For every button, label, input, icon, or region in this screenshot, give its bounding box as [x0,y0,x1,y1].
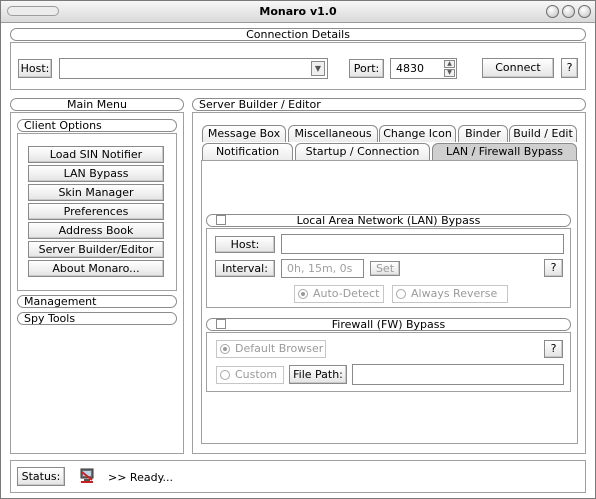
interval-field[interactable]: 0h, 15m, 0s [281,259,364,278]
always-reverse-radio[interactable]: Always Reverse [392,285,508,303]
tab-lan-firewall-bypass[interactable]: LAN / Firewall Bypass [432,143,577,160]
maximize-icon[interactable] [562,5,575,18]
interval-button[interactable]: Interval: [215,260,275,277]
skin-manager-button[interactable]: Skin Manager [28,184,164,201]
server-builder-header: Server Builder / Editor [192,98,586,111]
firewall-bypass-title: Firewall (FW) Bypass [331,318,446,331]
tab-notification[interactable]: Notification [202,143,293,160]
close-icon[interactable] [578,5,591,18]
firewall-bypass-header: Firewall (FW) Bypass [206,318,571,331]
default-browser-radio[interactable]: Default Browser [216,340,326,358]
tab-build-edit[interactable]: Build / Edit [509,125,577,142]
tab-binder[interactable]: Binder [458,125,508,142]
lan-bypass-checkbox[interactable] [216,215,226,225]
connection-details-header: Connection Details [10,28,586,41]
tab-startup-connection[interactable]: Startup / Connection [295,143,430,160]
port-value: 4830 [396,62,424,75]
status-bar [10,460,586,493]
port-button[interactable]: Port: [349,59,384,78]
default-browser-radio-dot [220,344,230,354]
file-path-button[interactable]: File Path: [289,365,347,384]
lan-help-button[interactable]: ? [544,259,563,277]
port-increment-icon[interactable]: ▲ [444,60,455,68]
window-title: Monaro v1.0 [259,5,337,18]
preferences-button[interactable]: Preferences [28,203,164,220]
firewall-help-button[interactable]: ? [544,340,563,358]
auto-detect-label: Auto-Detect [313,287,380,300]
client-options-header[interactable]: Client Options [17,119,177,132]
set-interval-button[interactable]: Set [370,261,400,276]
custom-radio-dot [220,370,230,380]
custom-radio[interactable]: Custom [216,366,284,384]
lan-bypass-button[interactable]: LAN Bypass [28,165,164,182]
interval-value: 0h, 15m, 0s [287,262,353,275]
chevron-down-icon[interactable]: ▼ [311,61,325,76]
always-reverse-radio-dot [396,289,406,299]
firewall-bypass-checkbox[interactable] [216,319,226,329]
server-builder-editor-button[interactable]: Server Builder/Editor [28,241,164,258]
auto-detect-radio[interactable]: Auto-Detect [294,285,384,303]
status-text: >> Ready... [108,471,174,484]
minimize-icon[interactable] [546,5,559,18]
host-button[interactable]: Host: [18,59,52,78]
address-book-button[interactable]: Address Book [28,222,164,239]
connection-help-button[interactable]: ? [561,58,578,78]
custom-label: Custom [235,368,278,381]
default-browser-label: Default Browser [235,342,324,355]
port-decrement-icon[interactable]: ▼ [444,69,455,77]
lan-host-button[interactable]: Host: [215,236,275,253]
spy-tools-header[interactable]: Spy Tools [17,312,177,325]
management-header[interactable]: Management [17,295,177,308]
load-sin-notifier-button[interactable]: Load SIN Notifier [28,146,164,163]
app-window: Monaro v1.0 Connection Details Host: ▼ P… [0,0,596,499]
main-menu-header: Main Menu [10,98,184,111]
title-bar[interactable]: Monaro v1.0 [1,1,595,23]
always-reverse-label: Always Reverse [411,287,498,300]
connect-button[interactable]: Connect [482,58,554,78]
host-combobox[interactable]: ▼ [59,58,328,79]
status-button[interactable]: Status: [17,467,65,486]
lan-host-field[interactable] [281,234,564,254]
tab-miscellaneous[interactable]: Miscellaneous [288,125,378,142]
file-path-field[interactable] [352,364,564,385]
network-status-icon [79,468,95,484]
auto-detect-radio-dot [298,289,308,299]
tab-change-icon[interactable]: Change Icon [379,125,456,142]
lan-bypass-header: Local Area Network (LAN) Bypass [206,214,571,227]
tab-message-box[interactable]: Message Box [202,125,286,142]
lan-bypass-title: Local Area Network (LAN) Bypass [296,214,481,227]
about-monaro-button[interactable]: About Monaro... [28,260,164,277]
